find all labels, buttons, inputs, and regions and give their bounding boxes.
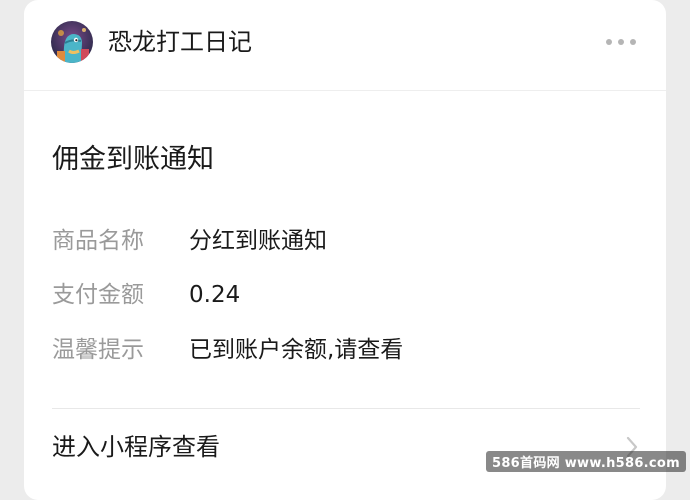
- notification-card: 恐龙打工日记 佣金到账通知 商品名称 分红到账通知 支付金额 0.24 温馨提示…: [24, 0, 666, 500]
- open-mini-program-label: 进入小程序查看: [52, 433, 220, 461]
- account-name[interactable]: 恐龙打工日记: [108, 26, 252, 58]
- message-title: 佣金到账通知: [52, 144, 214, 175]
- field-label: 商品名称: [52, 228, 144, 254]
- field-label: 温馨提示: [52, 337, 144, 363]
- dinosaur-avatar-icon: [51, 21, 93, 63]
- site-watermark: 586首码网 www.h586.com: [485, 451, 686, 472]
- field-value: 0.24: [189, 282, 241, 308]
- account-avatar[interactable]: [51, 21, 93, 63]
- field-value: 已到账户余额,请查看: [189, 337, 404, 363]
- field-value: 分红到账通知: [189, 228, 327, 254]
- field-label: 支付金额: [52, 282, 144, 308]
- card-header: 恐龙打工日记: [24, 0, 666, 91]
- open-mini-program-button[interactable]: 进入小程序查看: [24, 409, 666, 489]
- more-dots-icon[interactable]: [602, 30, 642, 54]
